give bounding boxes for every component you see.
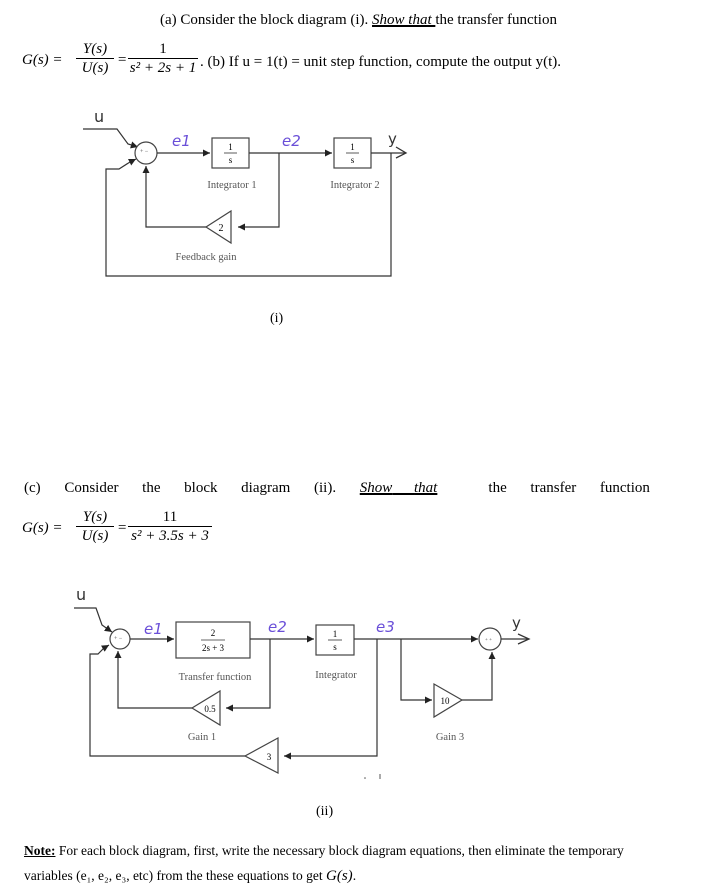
integrator-1-num: 1 [228, 142, 233, 152]
part-c-word: block [184, 480, 218, 496]
signal-e1-label: e1 [172, 132, 191, 150]
gain-1-value: 0.5 [204, 704, 216, 714]
eq2-fraction-1: Y(s) U(s) [76, 508, 114, 545]
note-text-2: variables (e₁, e₂, e₃, etc) from the the… [24, 868, 327, 883]
part-c-emph-word: Show [359, 480, 393, 496]
part-c-word: (c) [24, 480, 41, 496]
sum-signs: + − [140, 149, 149, 155]
output-y-label: y [388, 130, 397, 148]
part-c-word: the [488, 480, 507, 496]
eq2-lhs: G(s) = [22, 520, 63, 536]
eq1-equals: = [117, 52, 128, 68]
part-c-word: Consider [64, 480, 119, 496]
part-a-suffix: the transfer function [435, 12, 557, 28]
part-c-statement: (c) Consider the block diagram (ii). Sho… [24, 480, 650, 497]
integrator-2-label: Integrator 2 [330, 180, 379, 191]
note-math: G(s) [326, 868, 353, 884]
block-diagram-i: u + − e1 1 s Integrator 1 e2 1 s Integra… [83, 107, 408, 277]
eq1-frac2-den: s² + 2s + 1 [129, 60, 197, 76]
input-u-label: u [76, 585, 86, 604]
gain-2-value: 3 [267, 752, 272, 762]
signal-e2-label: e2 [282, 132, 301, 150]
eq1-fraction-1: Y(s) U(s) [76, 40, 114, 77]
note-text-1: For each block diagram, first, write the… [55, 843, 624, 858]
signal-e3-label: e3 [376, 618, 395, 636]
input-u-wire [74, 607, 113, 633]
eq2-frac2-den: s² + 3.5s + 3 [131, 528, 209, 544]
block-diagram-ii: u + − e1 2 2s + 3 Transfer function e2 1… [74, 585, 531, 779]
eq1-lhs: G(s) = [22, 52, 63, 68]
eq2-equals: = [117, 520, 128, 536]
part-a-emphasis: Show that [372, 12, 436, 28]
part-c-word: (ii). [314, 480, 337, 496]
outer-feedback-wire [284, 639, 378, 760]
gain3-input-wire [400, 639, 432, 704]
signal-e1-label: e1 [144, 620, 163, 638]
eq2-fraction-2: 11 s² + 3.5s + 3 [128, 508, 212, 545]
eq1-frac1-den: U(s) [81, 60, 109, 76]
tf-den: 2s + 3 [202, 643, 225, 653]
note-line-1: Note: For each block diagram, first, wri… [24, 843, 624, 859]
part-c-word: transfer [530, 480, 577, 496]
integrator-1-label: Integrator 1 [207, 180, 256, 191]
input-u-wire [83, 128, 139, 149]
eq1-frac2-num: 1 [159, 41, 167, 57]
signal-e2-label: e2 [268, 618, 287, 636]
part-c-word: diagram [241, 480, 291, 496]
part-a-statement: (a) Consider the block diagram (i). Show… [160, 12, 557, 29]
feedback-gain-label: Feedback gain [176, 252, 238, 263]
eq1-frac1-num: Y(s) [82, 41, 108, 57]
gain3-output-wire [462, 652, 496, 701]
gain-3-label: Gain 3 [436, 732, 464, 743]
sum-signs: + − [114, 636, 123, 642]
part-a-prefix: (a) Consider the block diagram (i). [160, 12, 369, 28]
part-b-statement: . (b) If u = 1(t) = unit step function, … [200, 54, 562, 70]
eq2-frac1-num: Y(s) [82, 509, 108, 525]
integrator-2-num: 1 [350, 142, 355, 152]
integrator-num: 1 [333, 629, 338, 639]
feedback-gain-value: 2 [219, 223, 224, 234]
part-c-word: function [599, 480, 650, 496]
note-line-2: variables (e₁, e₂, e₃, etc) from the the… [24, 868, 356, 885]
note-text-end: . [352, 868, 357, 883]
eq2-frac2-num: 11 [162, 509, 178, 525]
transfer-function-label: Transfer function [179, 672, 253, 683]
sum2-signs: + + [485, 638, 492, 643]
integrator-label: Integrator [315, 670, 357, 681]
tf-num: 2 [211, 628, 216, 638]
gain-to-sum-wire [142, 166, 206, 228]
gain-1-label: Gain 1 [188, 732, 216, 743]
integrator-2-den: s [351, 155, 355, 165]
diagram-i-caption: (i) [270, 311, 284, 326]
gain-3-value: 10 [441, 696, 451, 706]
note-label: Note: [24, 843, 56, 858]
eq1-fraction-2: 1 s² + 2s + 1 [128, 40, 198, 77]
gain-2-block [243, 736, 279, 774]
integrator-den: s [333, 642, 337, 652]
gain2-to-sum-wire [89, 644, 245, 757]
part-c-emphasis: Show that [360, 480, 465, 497]
part-c-emph-word: that [414, 480, 438, 496]
integrator-1-den: s [229, 155, 233, 165]
stray-mark [364, 777, 366, 779]
part-c-word: the [142, 480, 161, 496]
outer-feedback-wire [105, 153, 392, 277]
input-u-label: u [94, 107, 104, 126]
eq2-frac1-den: U(s) [81, 528, 109, 544]
diagram-ii-caption: (ii) [316, 804, 334, 819]
output-y-label: y [512, 614, 521, 632]
